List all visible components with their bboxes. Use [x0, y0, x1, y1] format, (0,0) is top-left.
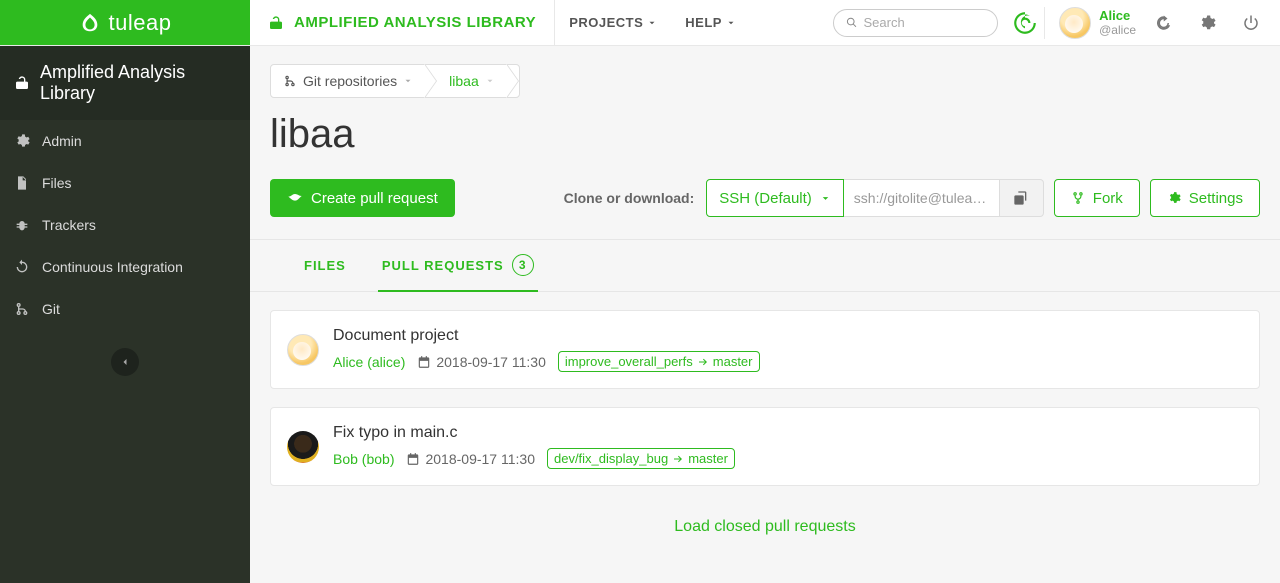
sidebar-item-label: Git [42, 301, 60, 317]
breadcrumb-current-label: libaa [449, 73, 479, 89]
calendar-icon [417, 355, 431, 369]
branch-badge: improve_overall_perfs master [558, 351, 760, 372]
sidebar-item-trackers[interactable]: Trackers [0, 204, 250, 246]
search-box[interactable] [833, 9, 998, 37]
copy-icon [1013, 190, 1029, 206]
pr-date: 2018-09-17 11:30 [406, 451, 535, 467]
avatar [287, 334, 319, 366]
breadcrumb-root-label: Git repositories [303, 73, 397, 89]
branch-badge: dev/fix_display_bug master [547, 448, 735, 469]
pull-request-card[interactable]: Document project Alice (alice) 2018-09-17 … [270, 310, 1260, 389]
unlock-icon [14, 75, 30, 91]
avatar [1059, 7, 1091, 39]
history-button[interactable] [1146, 6, 1180, 40]
breadcrumb-separator [425, 64, 437, 98]
pr-author[interactable]: Alice (alice) [333, 354, 405, 370]
search-icon [846, 16, 857, 29]
tab-pull-requests[interactable]: PULL REQUESTS 3 [378, 240, 538, 292]
calendar-icon [406, 452, 420, 466]
refresh-icon [14, 259, 30, 275]
nav-help-label: HELP [685, 15, 722, 30]
topbar-project-label: AMPLIFIED ANALYSIS LIBRARY [294, 14, 536, 31]
create-pull-request-button[interactable]: Create pull request [270, 179, 455, 217]
sidebar-item-label: Files [42, 175, 72, 191]
history-icon [1154, 14, 1172, 32]
arrow-right-icon [697, 356, 709, 368]
pull-request-card[interactable]: Fix typo in main.c Bob (bob) 2018-09-17 11… [270, 407, 1260, 486]
gear-icon [1198, 14, 1216, 32]
chevron-down-icon [647, 18, 657, 28]
nav-projects[interactable]: PROJECTS [555, 0, 671, 45]
nav-help[interactable]: HELP [671, 0, 750, 45]
sidebar-item-label: Continuous Integration [42, 259, 183, 275]
power-icon [1242, 14, 1260, 32]
sidebar-title-label: Amplified Analysis Library [40, 62, 230, 104]
user-menu[interactable]: Alice @alice [1044, 7, 1136, 39]
sidebar-collapse-button[interactable] [111, 348, 139, 376]
breadcrumb-current[interactable]: libaa [437, 65, 507, 97]
git-icon [283, 74, 297, 88]
swallow-icon [287, 190, 303, 206]
avatar [287, 431, 319, 463]
chevron-down-icon [820, 193, 831, 204]
file-icon [14, 175, 30, 191]
user-handle: @alice [1099, 23, 1136, 37]
fork-label: Fork [1093, 190, 1123, 207]
breadcrumb-separator [507, 64, 519, 98]
chevron-left-icon [119, 356, 131, 368]
logo-text: tuleap [109, 10, 172, 36]
chevron-down-icon [403, 76, 413, 86]
pr-author[interactable]: Bob (bob) [333, 451, 394, 467]
unlock-icon [268, 15, 284, 31]
sidebar-item-ci[interactable]: Continuous Integration [0, 246, 250, 288]
main-content: Git repositories libaa libaa Create pull… [250, 46, 1280, 583]
page-title: libaa [270, 112, 1260, 157]
nav-projects-label: PROJECTS [569, 15, 643, 30]
create-pr-label: Create pull request [311, 190, 438, 207]
pr-title: Document project [333, 327, 1243, 345]
accessibility-toggle[interactable] [1008, 10, 1034, 36]
logo[interactable]: tuleap [0, 0, 250, 45]
leaf-icon [79, 12, 101, 34]
sidebar-item-admin[interactable]: Admin [0, 120, 250, 162]
user-name: Alice [1099, 8, 1136, 23]
clone-label: Clone or download: [564, 190, 695, 206]
tab-pr-label: PULL REQUESTS [382, 258, 504, 273]
gear-icon [1167, 191, 1181, 205]
bug-icon [14, 217, 30, 233]
logout-button[interactable] [1234, 6, 1268, 40]
search-input[interactable] [864, 15, 986, 30]
sidebar-item-files[interactable]: Files [0, 162, 250, 204]
pr-title: Fix typo in main.c [333, 424, 1243, 442]
chevron-down-icon [726, 18, 736, 28]
settings-button[interactable] [1190, 6, 1224, 40]
sidebar: Amplified Analysis Library Admin Files T… [0, 46, 250, 583]
clone-url-field[interactable] [844, 179, 1000, 217]
arrow-right-icon [672, 453, 684, 465]
repo-settings-button[interactable]: Settings [1150, 179, 1260, 217]
chevron-down-icon [485, 76, 495, 86]
breadcrumb-root[interactable]: Git repositories [271, 65, 425, 97]
sidebar-title[interactable]: Amplified Analysis Library [0, 46, 250, 120]
breadcrumb: Git repositories libaa [270, 64, 520, 98]
sidebar-item-label: Admin [42, 133, 82, 149]
copy-url-button[interactable] [1000, 179, 1044, 217]
git-icon [14, 301, 30, 317]
load-closed-link[interactable]: Load closed pull requests [270, 504, 1260, 538]
fork-icon [1071, 191, 1085, 205]
sidebar-item-label: Trackers [42, 217, 96, 233]
sidebar-item-git[interactable]: Git [0, 288, 250, 330]
clone-protocol-select[interactable]: SSH (Default) [706, 179, 844, 217]
clone-protocol-label: SSH (Default) [719, 190, 812, 207]
tab-files-label: FILES [304, 258, 346, 273]
settings-label: Settings [1189, 190, 1243, 207]
swirl-icon [1012, 10, 1038, 36]
pr-date: 2018-09-17 11:30 [417, 354, 546, 370]
gear-icon [14, 133, 30, 149]
fork-button[interactable]: Fork [1054, 179, 1140, 217]
tab-files[interactable]: FILES [300, 240, 350, 292]
topbar-project-link[interactable]: AMPLIFIED ANALYSIS LIBRARY [250, 0, 555, 45]
pr-count-badge: 3 [512, 254, 534, 276]
